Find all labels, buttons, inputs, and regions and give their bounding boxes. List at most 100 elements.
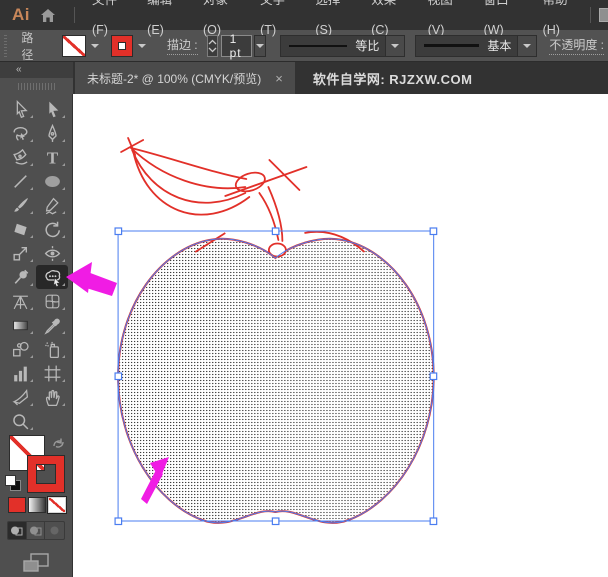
grip-dots-icon xyxy=(18,83,56,90)
control-bar: 路径 描边 : 1 pt 等比 基本 不透明度 : xyxy=(0,30,608,62)
toolbar-collapse-button[interactable]: « xyxy=(0,62,73,78)
width-profile-preview xyxy=(289,45,347,47)
pen-tool[interactable] xyxy=(36,121,68,145)
draw-behind-icon xyxy=(29,525,42,536)
menubar-divider xyxy=(74,7,75,23)
width-profile-dropdown[interactable] xyxy=(385,35,405,57)
stroke-weight-input[interactable]: 1 pt xyxy=(221,35,253,57)
mesh-tool-icon xyxy=(43,292,62,311)
type-tool[interactable] xyxy=(36,145,68,169)
swap-fill-stroke-button[interactable] xyxy=(52,437,65,455)
stroke-proxy-swatch[interactable] xyxy=(28,456,64,492)
draw-normal-button[interactable] xyxy=(8,522,27,539)
fill-swatch-dropdown[interactable] xyxy=(88,36,102,56)
context-label: 路径 xyxy=(21,30,35,62)
draw-behind-button[interactable] xyxy=(27,522,46,539)
width-profile-value: 等比 xyxy=(355,37,379,54)
brush-value: 基本 xyxy=(487,37,511,54)
selection-handle[interactable] xyxy=(115,373,122,380)
shape-builder-tool[interactable] xyxy=(36,265,68,289)
symbol-sprayer-tool[interactable] xyxy=(36,337,68,361)
puppet-warp-tool[interactable] xyxy=(4,265,36,289)
mesh-tool[interactable] xyxy=(36,289,68,313)
tab-close-icon[interactable]: × xyxy=(275,71,283,86)
apply-gradient-button[interactable] xyxy=(29,498,45,512)
selection-handle[interactable] xyxy=(430,373,437,380)
brush-select[interactable]: 基本 xyxy=(415,35,537,57)
hand-tool[interactable] xyxy=(36,385,68,409)
curvature-tool-icon xyxy=(11,148,30,167)
empty-tool-slot xyxy=(36,409,68,433)
apply-color-button[interactable] xyxy=(9,498,25,512)
panel-grip[interactable] xyxy=(4,35,7,57)
direct-selection-tool-icon xyxy=(43,100,62,119)
swap-arrows-icon xyxy=(52,438,65,450)
ellipse-tool[interactable] xyxy=(36,169,68,193)
line-segment-tool[interactable] xyxy=(4,169,36,193)
apple-body-path[interactable] xyxy=(118,239,434,523)
curvature-tool[interactable] xyxy=(4,145,36,169)
selection-tool-icon xyxy=(11,100,30,119)
stroke-weight-dropdown[interactable] xyxy=(254,35,266,57)
hand-tool-icon xyxy=(43,388,62,407)
width-tool[interactable] xyxy=(36,241,68,265)
selection-handle[interactable] xyxy=(430,228,437,235)
illustrator-logo: Ai xyxy=(12,5,30,25)
tool-grid xyxy=(0,97,72,433)
stroke-panel-link[interactable]: 描边 : xyxy=(167,36,198,55)
slice-tool[interactable] xyxy=(4,385,36,409)
selection-handle[interactable] xyxy=(430,518,437,525)
stroke-weight-stepper[interactable] xyxy=(207,35,218,57)
selection-handle[interactable] xyxy=(115,228,122,235)
toolbar-grip[interactable] xyxy=(0,78,73,94)
slice-tool-icon xyxy=(11,388,30,407)
document-tab[interactable]: 未标题-2* @ 100% (CMYK/预览) × xyxy=(75,62,295,94)
type-tool-icon xyxy=(43,148,62,167)
direct-selection-tool[interactable] xyxy=(36,97,68,121)
rotate-tool[interactable] xyxy=(36,217,68,241)
shaper-tool[interactable] xyxy=(36,193,68,217)
opacity-panel-link[interactable]: 不透明度 : xyxy=(549,36,604,55)
tab-bar: « 未标题-2* @ 100% (CMYK/预览) × 软件自学网: RJZXW… xyxy=(0,62,608,94)
paintbrush-tool-icon xyxy=(11,196,30,215)
artboard-canvas[interactable] xyxy=(73,94,608,577)
selection-handle[interactable] xyxy=(115,518,122,525)
perspective-grid-tool[interactable] xyxy=(4,289,36,313)
brush-dropdown[interactable] xyxy=(517,35,537,57)
arrange-documents-icon[interactable] xyxy=(599,8,608,22)
width-tool-icon xyxy=(43,244,62,263)
eyedropper-tool[interactable] xyxy=(36,313,68,337)
column-graph-tool-icon xyxy=(11,364,30,383)
gradient-tool[interactable] xyxy=(4,313,36,337)
change-screen-mode-button[interactable] xyxy=(21,552,51,574)
selection-handle[interactable] xyxy=(272,518,279,525)
illustrator-window: T xyxy=(0,0,608,577)
paintbrush-tool[interactable] xyxy=(4,193,36,217)
fill-stroke-indicator xyxy=(0,436,72,494)
column-graph-tool[interactable] xyxy=(4,361,36,385)
stroke-color-swatch[interactable] xyxy=(112,36,132,56)
ellipse-tool-icon xyxy=(43,172,62,191)
apply-none-button[interactable] xyxy=(49,498,65,512)
fill-color-swatch[interactable] xyxy=(63,36,85,56)
screen-mode-icon xyxy=(22,552,50,574)
pen-tool-icon xyxy=(43,124,62,143)
width-profile-select[interactable]: 等比 xyxy=(280,35,405,57)
lasso-tool[interactable] xyxy=(4,121,36,145)
default-fill-stroke-button[interactable] xyxy=(6,476,20,490)
scale-tool[interactable] xyxy=(4,241,36,265)
symbol-sprayer-tool-icon xyxy=(43,340,62,359)
home-button[interactable] xyxy=(40,8,56,23)
selection-handle[interactable] xyxy=(272,228,279,235)
drawing-mode-buttons xyxy=(7,521,65,540)
zoom-tool[interactable] xyxy=(4,409,36,433)
eraser-tool[interactable] xyxy=(4,217,36,241)
scale-tool-icon xyxy=(11,244,30,263)
blend-tool[interactable] xyxy=(4,337,36,361)
stroke-swatch-dropdown[interactable] xyxy=(135,36,149,56)
artboard-tool[interactable] xyxy=(36,361,68,385)
selection-tool[interactable] xyxy=(4,97,36,121)
draw-inside-button[interactable] xyxy=(45,522,64,539)
document-tab-title: 未标题-2* @ 100% (CMYK/预览) xyxy=(87,70,261,87)
chevron-down-icon xyxy=(91,44,99,48)
